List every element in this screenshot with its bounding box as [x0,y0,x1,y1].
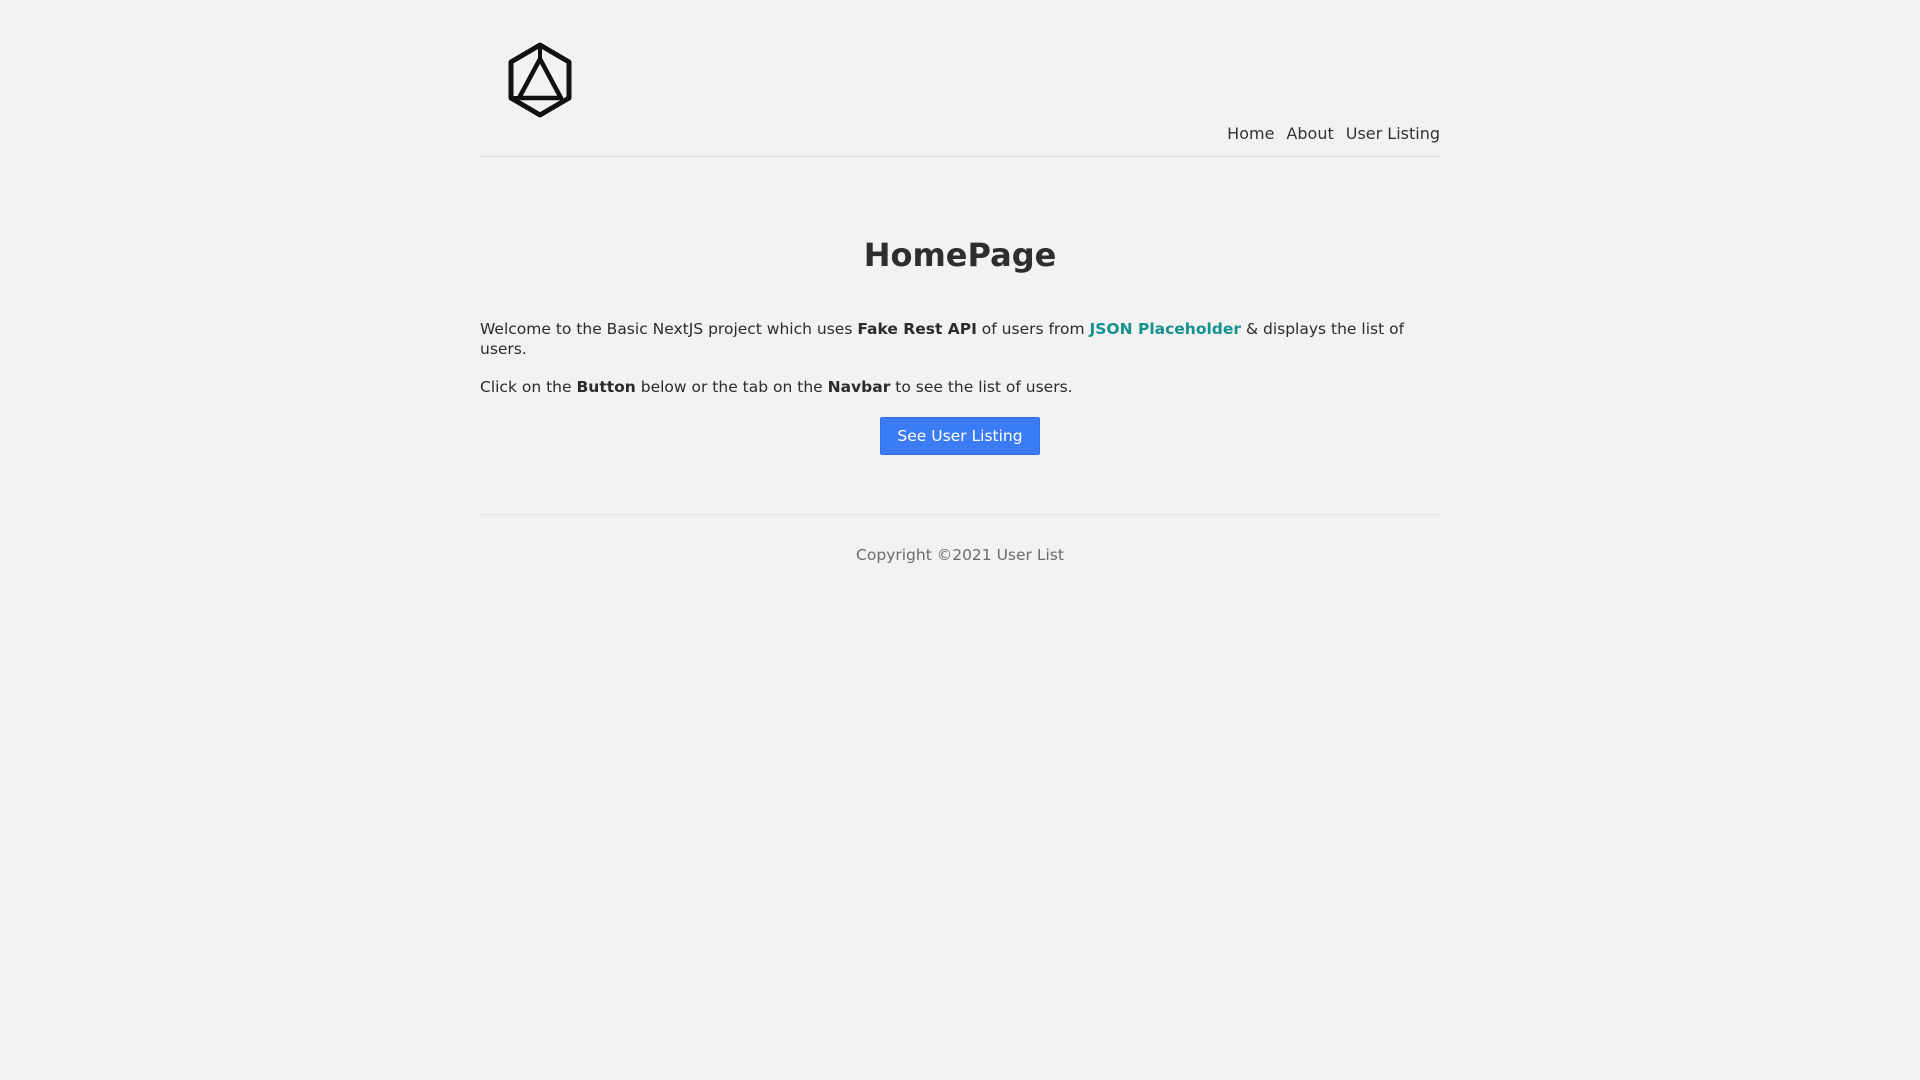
instruction-bold-navbar: Navbar [827,378,891,396]
json-placeholder-link[interactable]: JSON Placeholder [1089,320,1241,338]
site-footer: Copyright ©2021 User List [480,514,1440,564]
instruction-bold-button: Button [576,378,636,396]
logo-icon[interactable] [506,42,574,118]
navbar: Home About User Listing [1227,124,1440,143]
nav-about[interactable]: About [1286,124,1333,143]
site-header: Home About User Listing [480,0,1440,157]
intro-text-1: Welcome to the Basic NextJS project whic… [480,320,858,338]
intro-paragraph: Welcome to the Basic NextJS project whic… [480,319,1440,359]
see-user-listing-button[interactable]: See User Listing [880,417,1040,455]
page-container: Home About User Listing HomePage Welcome… [480,0,1440,564]
intro-bold-fake-rest-api: Fake Rest API [857,320,977,338]
instruction-text-2: below or the tab on the [635,378,828,396]
nav-user-listing[interactable]: User Listing [1346,124,1440,143]
instruction-paragraph: Click on the Button below or the tab on … [480,377,1440,397]
copyright-text: Copyright ©2021 User List [856,546,1064,564]
page-title: HomePage [863,236,1057,274]
instruction-text-1: Click on the [480,378,577,396]
instruction-text-3: to see the list of users. [890,378,1073,396]
main-content: HomePage Welcome to the Basic NextJS pro… [480,157,1440,455]
nav-home[interactable]: Home [1227,124,1274,143]
intro-text-2: of users from [976,320,1090,338]
